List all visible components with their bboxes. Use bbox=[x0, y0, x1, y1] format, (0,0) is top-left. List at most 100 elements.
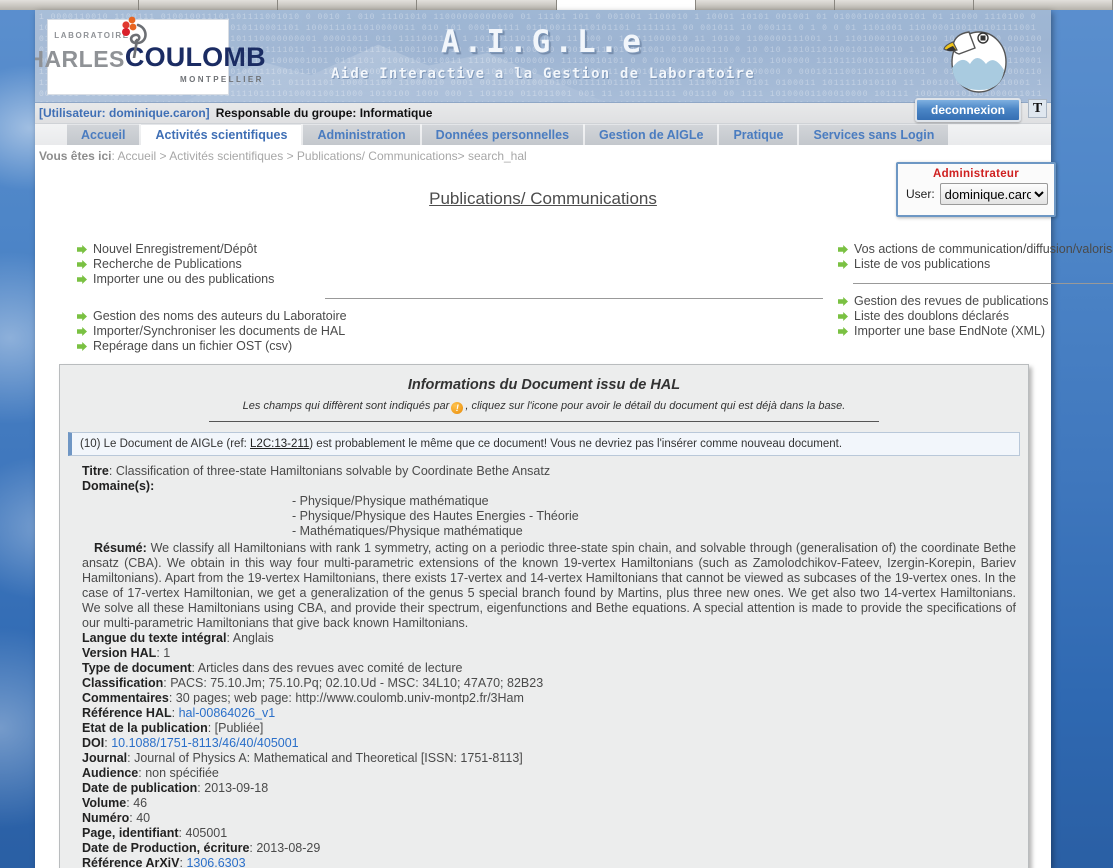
link-label: Liste des doublons déclarés bbox=[854, 309, 1009, 324]
application-page: 1 0000110010 1100111 0100100111011011110… bbox=[35, 10, 1051, 868]
arrow-bullet-icon bbox=[838, 312, 848, 322]
action-link-right-bottom-0[interactable]: Gestion des revues de publications bbox=[838, 294, 1113, 309]
app-title-block: A.I.G.L.e Aide Interactive a la Gestion … bbox=[35, 24, 1051, 82]
field-page-identifiant-value: 405001 bbox=[186, 826, 228, 840]
subnote-after-text: , cliquez sur l'icone pour avoir le déta… bbox=[465, 400, 845, 412]
field-date-de-production-criture: Date de Production, écriture: 2013-08-29 bbox=[82, 841, 1020, 856]
window-taskbar[interactable] bbox=[0, 0, 1113, 10]
action-link-right-top-1[interactable]: Liste de vos publications bbox=[838, 257, 1113, 272]
field-domaines-label: Domaine(s): bbox=[82, 479, 154, 493]
action-link-left-bottom-2[interactable]: Repérage dans un fichier OST (csv) bbox=[77, 339, 823, 354]
eagle-logo-icon bbox=[939, 20, 1015, 101]
action-link-right-bottom-2[interactable]: Importer une base EndNote (XML) bbox=[838, 324, 1113, 339]
nav-tab-accueil[interactable]: Accueil bbox=[67, 124, 139, 145]
action-link-left-top-1[interactable]: Recherche de Publications bbox=[77, 257, 823, 272]
links-right-column: Vos actions de communication/diffusion/v… bbox=[823, 242, 1113, 354]
warning-icon[interactable]: ! bbox=[451, 402, 463, 414]
nav-tab-administration[interactable]: Administration bbox=[303, 124, 419, 145]
nav-tab-pratique[interactable]: Pratique bbox=[719, 124, 797, 145]
taskbar-tab[interactable] bbox=[696, 0, 835, 10]
link-label: Recherche de Publications bbox=[93, 257, 242, 272]
arrow-bullet-icon bbox=[77, 245, 87, 255]
document-info-panel: Informations du Document issu de HAL Les… bbox=[59, 364, 1029, 868]
field-audience-label: Audience bbox=[82, 766, 138, 780]
field-r-f-rence-hal-value[interactable]: hal-00864026_v1 bbox=[179, 706, 276, 720]
field-r-f-rence-arxiv: Référence ArXiV: 1306.6303 bbox=[82, 856, 1020, 868]
field-doi-value[interactable]: 10.1088/1751-8113/46/40/405001 bbox=[111, 736, 298, 750]
divider-right bbox=[853, 283, 1113, 284]
taskbar-tab[interactable] bbox=[974, 0, 1113, 10]
link-label: Gestion des revues de publications bbox=[854, 294, 1049, 309]
field-volume-label: Volume bbox=[82, 796, 126, 810]
nav-tab-services-sans-login[interactable]: Services sans Login bbox=[799, 124, 948, 145]
field-etat-de-la-publication: Etat de la publication: [Publiée] bbox=[82, 721, 1020, 736]
field-version-hal: Version HAL: 1 bbox=[82, 646, 1020, 661]
field-r-f-rence-hal-label: Référence HAL bbox=[82, 706, 172, 720]
arrow-bullet-icon bbox=[77, 312, 87, 322]
user-role-label: Responsable du groupe: Informatique bbox=[216, 106, 433, 120]
app-title: A.I.G.L.e bbox=[35, 24, 1051, 60]
arrow-bullet-icon bbox=[77, 327, 87, 337]
nav-tab-activit-s-scientifiques[interactable]: Activités scientifiques bbox=[141, 124, 301, 145]
taskbar-tab[interactable] bbox=[278, 0, 417, 10]
action-link-left-bottom-1[interactable]: Importer/Synchroniser les documents de H… bbox=[77, 324, 823, 339]
taskbar-tab[interactable] bbox=[417, 0, 556, 10]
main-content: Publications/ Communications Nouvel Enre… bbox=[35, 189, 1051, 868]
action-link-left-top-2[interactable]: Importer une ou des publications bbox=[77, 272, 823, 287]
field-num-ro: Numéro: 40 bbox=[82, 811, 1020, 826]
field-page-identifiant: Page, identifiant: 405001 bbox=[82, 826, 1020, 841]
admin-panel-title: Administrateur bbox=[906, 168, 1046, 180]
field-domaines-label-row: Domaine(s): bbox=[82, 479, 1020, 494]
field-r-f-rence-arxiv-value[interactable]: 1306.6303 bbox=[186, 856, 245, 868]
field-etat-de-la-publication-label: Etat de la publication bbox=[82, 721, 208, 735]
taskbar-tab[interactable] bbox=[835, 0, 974, 10]
field-doi: DOI: 10.1088/1751-8113/46/40/405001 bbox=[82, 736, 1020, 751]
link-label: Nouvel Enregistrement/Dépôt bbox=[93, 242, 257, 257]
field-date-de-production-criture-label: Date de Production, écriture bbox=[82, 841, 249, 855]
breadcrumb-path[interactable]: : Accueil > Activités scientifiques > Pu… bbox=[111, 149, 526, 163]
arrow-bullet-icon bbox=[77, 342, 87, 352]
action-link-left-bottom-0[interactable]: Gestion des noms des auteurs du Laborato… bbox=[77, 309, 823, 324]
divider-left bbox=[325, 298, 823, 299]
field-titre-label: Titre bbox=[82, 464, 109, 478]
field-langue-du-texte-int-gral-value: Anglais bbox=[233, 631, 274, 645]
link-label: Importer une base EndNote (XML) bbox=[854, 324, 1045, 339]
field-version-hal-label: Version HAL bbox=[82, 646, 156, 660]
action-link-left-top-0[interactable]: Nouvel Enregistrement/Dépôt bbox=[77, 242, 823, 257]
app-subtitle: Aide Interactive a la Gestion de Laborat… bbox=[35, 66, 1051, 82]
field-classification-value: PACS: 75.10.Jm; 75.10.Pq; 02.10.Ud - MSC… bbox=[170, 676, 543, 690]
field-etat-de-la-publication-value: [Publiée] bbox=[215, 721, 264, 735]
domaine-item-0: - Physique/Physique mathématique bbox=[82, 494, 1020, 509]
arrow-bullet-icon bbox=[838, 297, 848, 307]
field-resume: Résumé: We classify all Hamiltonians wit… bbox=[82, 541, 1020, 631]
site-banner: 1 0000110010 1100111 0100100111011011110… bbox=[35, 10, 1051, 103]
document-panel-subnote: Les champs qui diffèrent sont indiqués p… bbox=[68, 400, 1020, 414]
text-size-icon[interactable]: T bbox=[1028, 99, 1047, 118]
nav-tab-donn-es-personnelles[interactable]: Données personnelles bbox=[422, 124, 583, 145]
arrow-bullet-icon bbox=[838, 327, 848, 337]
field-audience: Audience: non spécifiée bbox=[82, 766, 1020, 781]
logout-button[interactable]: deconnexion bbox=[915, 98, 1021, 122]
field-doi-label: DOI bbox=[82, 736, 104, 750]
taskbar-tab[interactable] bbox=[557, 0, 696, 10]
action-links-grid: Nouvel Enregistrement/Dépôt Recherche de … bbox=[47, 242, 1039, 354]
field-audience-value: non spécifiée bbox=[145, 766, 219, 780]
taskbar-tab[interactable] bbox=[0, 0, 139, 10]
nav-tab-gestion-de-aigle[interactable]: Gestion de AIGLe bbox=[585, 124, 717, 145]
document-panel-heading: Informations du Document issu de HAL bbox=[68, 377, 1020, 393]
field-volume-value: 46 bbox=[133, 796, 147, 810]
action-link-right-bottom-1[interactable]: Liste des doublons déclarés bbox=[838, 309, 1113, 324]
breadcrumb-prefix: Vous êtes ici bbox=[39, 149, 111, 163]
action-link-right-top-0[interactable]: Vos actions de communication/diffusion/v… bbox=[838, 242, 1113, 257]
duplicate-notice: (10) Le Document de AIGLe (ref: L2C:13-2… bbox=[68, 432, 1020, 456]
arrow-bullet-icon bbox=[77, 260, 87, 270]
main-navigation[interactable]: Accueil Activités scientifiques Administra… bbox=[35, 124, 1051, 146]
page-title: Publications/ Communications bbox=[47, 189, 1039, 209]
field-num-ro-label: Numéro bbox=[82, 811, 129, 825]
link-label: Vos actions de communication/diffusion/v… bbox=[854, 242, 1113, 257]
notice-reference-link[interactable]: L2C:13-211 bbox=[250, 438, 309, 450]
taskbar-tab[interactable] bbox=[139, 0, 278, 10]
field-date-de-publication-label: Date de publication bbox=[82, 781, 197, 795]
field-langue-du-texte-int-gral: Langue du texte intégral: Anglais bbox=[82, 631, 1020, 646]
field-page-identifiant-label: Page, identifiant bbox=[82, 826, 179, 840]
